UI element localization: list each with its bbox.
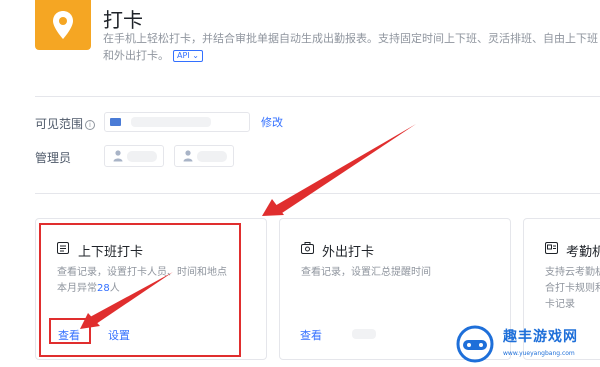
scope-edit-link[interactable]: 修改 <box>261 114 283 130</box>
card-description: 支持云考勤机 合打卡规则和 卡记录 <box>545 265 600 313</box>
person-icon <box>113 150 123 162</box>
card-title: 考勤机 <box>566 245 600 260</box>
scope-label-row: 可见范围 i <box>35 115 96 132</box>
watermark: 趣丰游戏网 www.yueyangbang.com <box>455 322 600 367</box>
admin-label: 管理员 <box>35 151 72 165</box>
annotation-box-view <box>49 318 91 344</box>
app-icon <box>35 0 91 50</box>
app-title: 打卡 <box>103 8 143 32</box>
divider <box>35 96 600 97</box>
folder-icon <box>110 118 121 126</box>
card-desc-line: 合打卡规则和 <box>545 283 600 294</box>
api-badge[interactable]: API ⌄ <box>173 50 203 62</box>
view-button[interactable]: 查看 <box>300 327 322 343</box>
divider <box>35 193 600 194</box>
redacted-admin <box>197 151 227 162</box>
redacted-admin <box>127 151 157 162</box>
admin-chip[interactable] <box>174 145 234 167</box>
watermark-title: 趣丰游戏网 <box>503 329 578 345</box>
card-title: 外出打卡 <box>322 245 375 260</box>
app-description: 在手机上轻松打卡，并结合审批单据自动生成出勤报表。支持固定时间上下班、灵活排班、… <box>103 30 600 64</box>
person-icon <box>183 150 193 162</box>
location-pin-icon <box>53 11 73 39</box>
watermark-logo <box>456 325 494 363</box>
scope-label: 可见范围 <box>35 117 84 131</box>
card-description: 查看记录，设置汇总提醒时间 <box>301 265 431 281</box>
watermark-url: www.yueyangbang.com <box>503 350 575 357</box>
card-desc-line: 支持云考勤机 <box>545 267 600 278</box>
admin-chip[interactable] <box>104 145 164 167</box>
card-desc-line: 卡记录 <box>545 299 575 310</box>
redacted-link <box>352 329 376 339</box>
card-desc-line: 查看记录，设置汇总提醒时间 <box>301 267 431 278</box>
camera-icon <box>301 242 314 254</box>
info-icon[interactable]: i <box>85 120 96 130</box>
arrow-to-card <box>262 124 416 216</box>
redacted-scope <box>131 117 211 127</box>
scope-selector[interactable] <box>104 112 250 132</box>
device-icon <box>545 242 558 254</box>
